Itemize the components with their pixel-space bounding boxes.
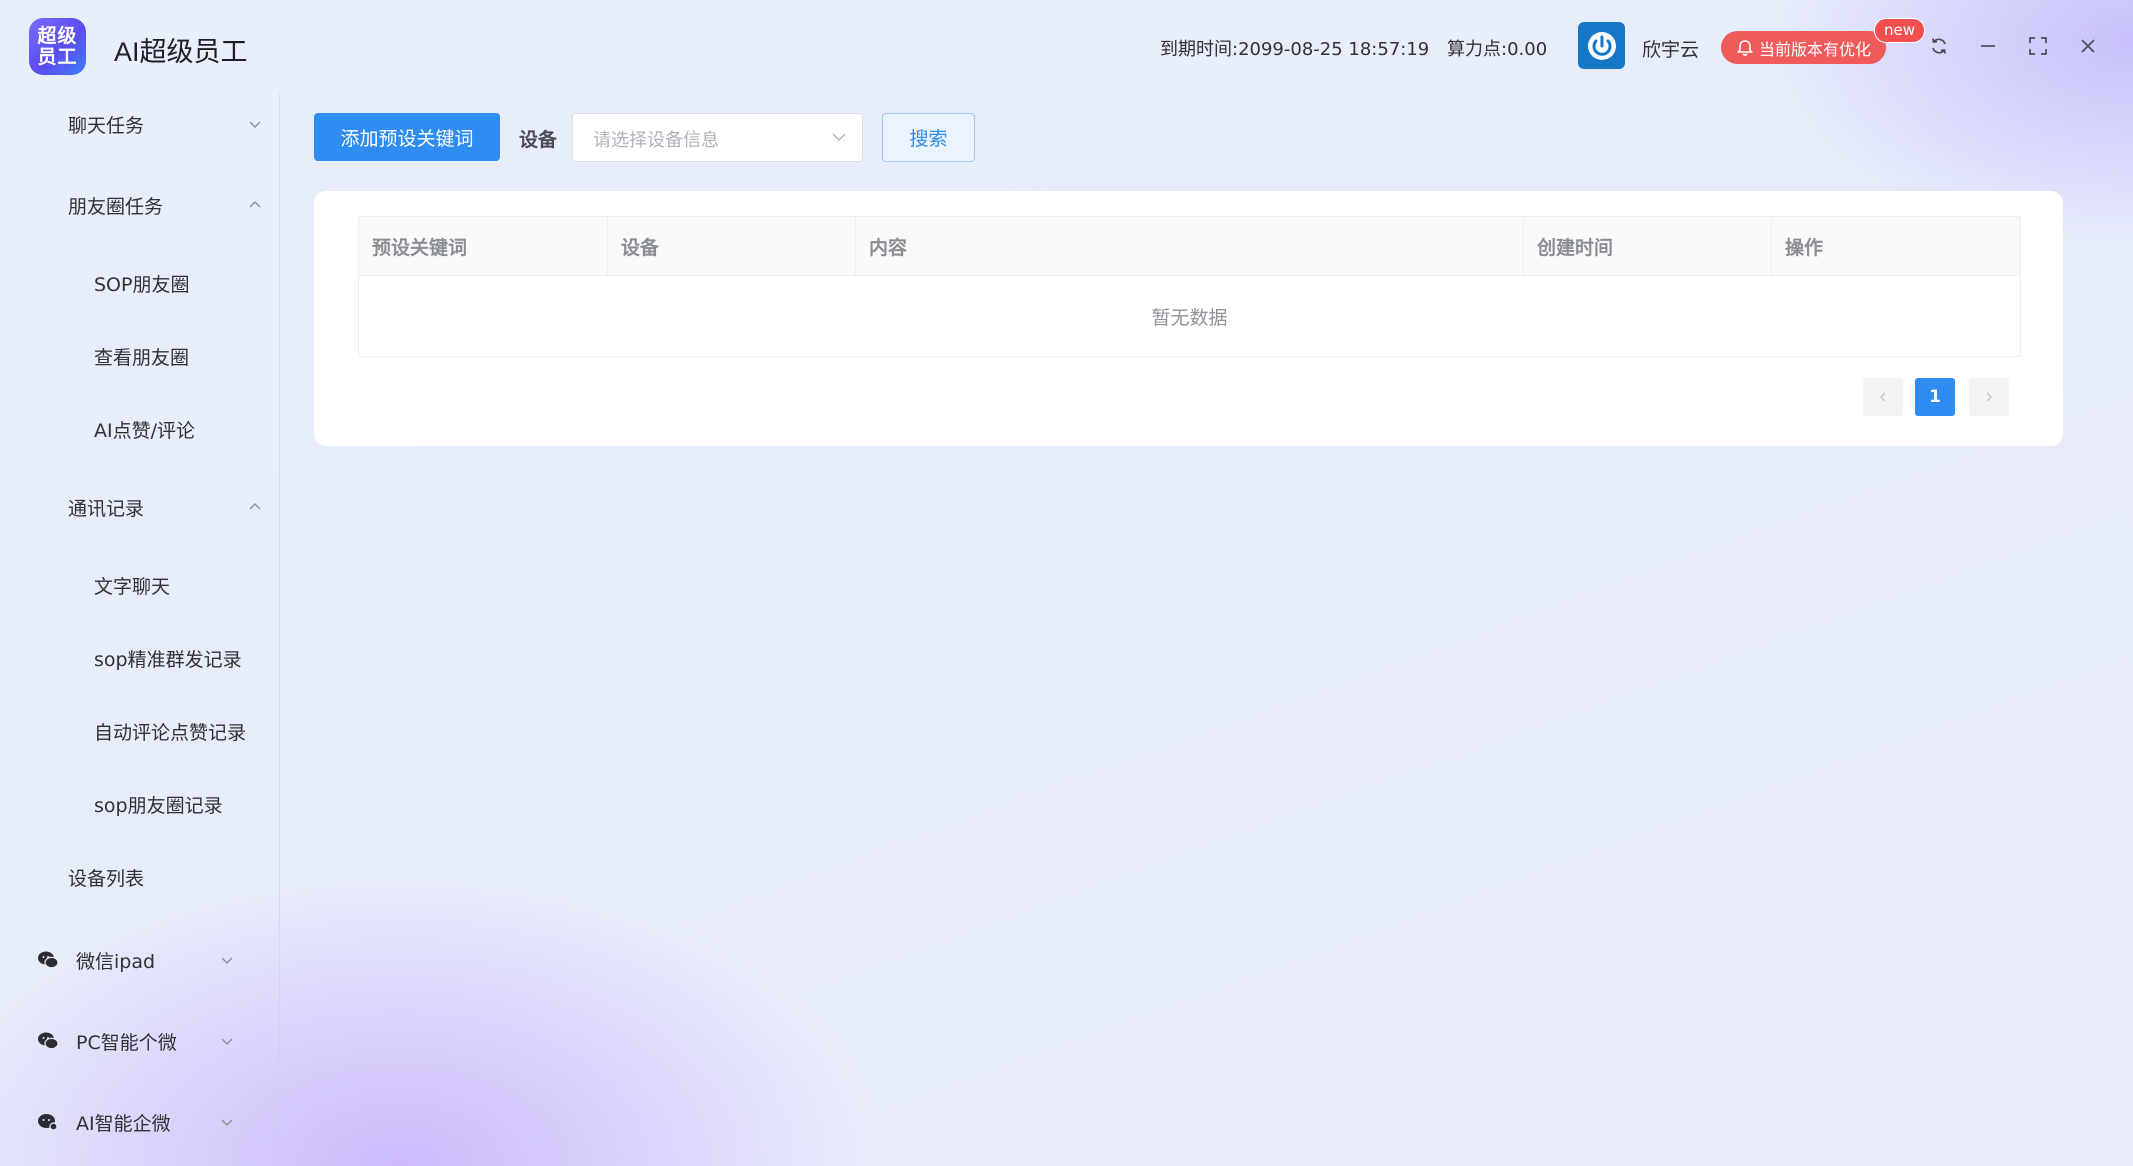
sidebar-item-label: 朋友圈任务 [68, 195, 164, 218]
sidebar-item-label: 微信ipad [76, 950, 156, 973]
chevron-left-icon [1879, 392, 1886, 402]
sidebar-item-device-list[interactable]: 设备列表 [0, 852, 279, 902]
wecom-icon [38, 1114, 58, 1131]
sidebar-item-label: PC智能个微 [76, 1031, 177, 1054]
chevron-down-icon [249, 121, 261, 129]
sidebar-item-sop-moments-records[interactable]: sop朋友圈记录 [0, 779, 279, 829]
column-header-keyword: 预设关键词 [358, 216, 608, 276]
sidebar-item-label: sop精准群发记录 [94, 648, 242, 671]
device-select-placeholder: 请选择设备信息 [593, 130, 719, 151]
sidebar-item-label: sop朋友圈记录 [94, 794, 223, 817]
update-notice-label: 当前版本有优化 [1758, 39, 1871, 59]
chevron-up-icon [249, 502, 261, 510]
wechat-icon [38, 1032, 59, 1050]
sidebar-item-moments-tasks[interactable]: 朋友圈任务 [0, 175, 279, 235]
sidebar-item-label: AI点赞/评论 [94, 419, 196, 442]
fullscreen-icon [2029, 37, 2047, 55]
sidebar-item-label: 聊天任务 [68, 114, 145, 137]
sidebar-item-label: 通讯记录 [68, 497, 145, 520]
chevron-right-icon [1986, 392, 1993, 402]
keyword-table: 预设关键词 设备 内容 创建时间 操作 暂无数据 [358, 216, 2021, 357]
table-empty-row: 暂无数据 [358, 275, 2021, 357]
sidebar-item-label: 自动评论点赞记录 [94, 721, 247, 744]
fullscreen-button[interactable] [2023, 31, 2053, 61]
app-logo: 超级员工 [29, 18, 86, 75]
column-header-created-time: 创建时间 [1523, 216, 1772, 276]
title-bar: 超级员工 AI超级员工 到期时间:2099-08-25 18:57:19 算力点… [0, 0, 2133, 94]
column-header-device: 设备 [607, 216, 856, 276]
empty-state-text: 暂无数据 [358, 275, 2021, 357]
sidebar-item-communication-records[interactable]: 通讯记录 [0, 477, 279, 537]
close-icon [2081, 39, 2095, 53]
minimize-button[interactable] [1973, 31, 2003, 61]
app-logo-text: 超级员工 [37, 24, 78, 68]
power-points: 算力点:0.00 [1447, 39, 1548, 60]
chevron-down-icon [221, 1038, 233, 1046]
sidebar-item-ai-wecom[interactable]: AI智能企微 [0, 1092, 279, 1152]
sidebar: 聊天任务 朋友圈任务 SOP朋友圈 查看朋友圈 AI点赞/评论 通讯记录 文字聊… [0, 94, 280, 1166]
close-button[interactable] [2073, 31, 2103, 61]
sidebar-item-text-chat[interactable]: 文字聊天 [0, 560, 279, 610]
chevron-down-icon [832, 133, 846, 142]
sidebar-item-auto-comment-like-records[interactable]: 自动评论点赞记录 [0, 706, 279, 756]
avatar[interactable] [1578, 22, 1625, 69]
sidebar-item-label: AI智能企微 [76, 1112, 171, 1135]
add-preset-keyword-button[interactable]: 添加预设关键词 [314, 113, 500, 161]
refresh-button[interactable] [1924, 31, 1954, 61]
user-name[interactable]: 欣宇云 [1642, 35, 1699, 62]
sidebar-item-sop-mass-send-records[interactable]: sop精准群发记录 [0, 633, 279, 683]
column-header-actions: 操作 [1771, 216, 2021, 276]
bell-icon [1736, 39, 1754, 56]
app-title: AI超级员工 [114, 37, 248, 67]
wechat-icon [38, 951, 59, 969]
search-button[interactable]: 搜索 [882, 113, 975, 162]
pagination-page-1[interactable]: 1 [1915, 378, 1955, 416]
pagination-prev-button[interactable] [1863, 378, 1903, 416]
chevron-up-icon [249, 200, 261, 208]
power-icon [1587, 31, 1616, 60]
minimize-icon [1981, 45, 1995, 47]
new-badge: new [1874, 18, 1926, 43]
pagination-next-button[interactable] [1969, 378, 2009, 416]
table-header-row: 预设关键词 设备 内容 创建时间 操作 [358, 216, 2021, 276]
device-filter-label: 设备 [519, 129, 558, 151]
sidebar-item-pc-personal-wechat[interactable]: PC智能个微 [0, 1011, 279, 1071]
sidebar-item-label: 设备列表 [68, 867, 145, 890]
sidebar-item-sop-moments[interactable]: SOP朋友圈 [0, 258, 279, 308]
sidebar-item-label: SOP朋友圈 [94, 273, 190, 296]
refresh-icon [1932, 38, 1946, 54]
device-select[interactable]: 请选择设备信息 [572, 113, 863, 162]
sidebar-item-ai-like-comment[interactable]: AI点赞/评论 [0, 404, 279, 454]
keyword-table-card: 预设关键词 设备 内容 创建时间 操作 暂无数据 1 [314, 191, 2063, 446]
update-notice-button[interactable]: 当前版本有优化 [1721, 31, 1886, 64]
chevron-down-icon [221, 957, 233, 965]
chevron-down-icon [221, 1119, 233, 1127]
column-header-content: 内容 [855, 216, 1524, 276]
sidebar-item-view-moments[interactable]: 查看朋友圈 [0, 331, 279, 381]
sidebar-item-wechat-ipad[interactable]: 微信ipad [0, 930, 279, 990]
sidebar-item-label: 文字聊天 [94, 575, 171, 598]
expire-time: 到期时间:2099-08-25 18:57:19 [1160, 39, 1430, 60]
sidebar-item-label: 查看朋友圈 [94, 346, 190, 369]
sidebar-item-chat-tasks[interactable]: 聊天任务 [0, 94, 279, 154]
